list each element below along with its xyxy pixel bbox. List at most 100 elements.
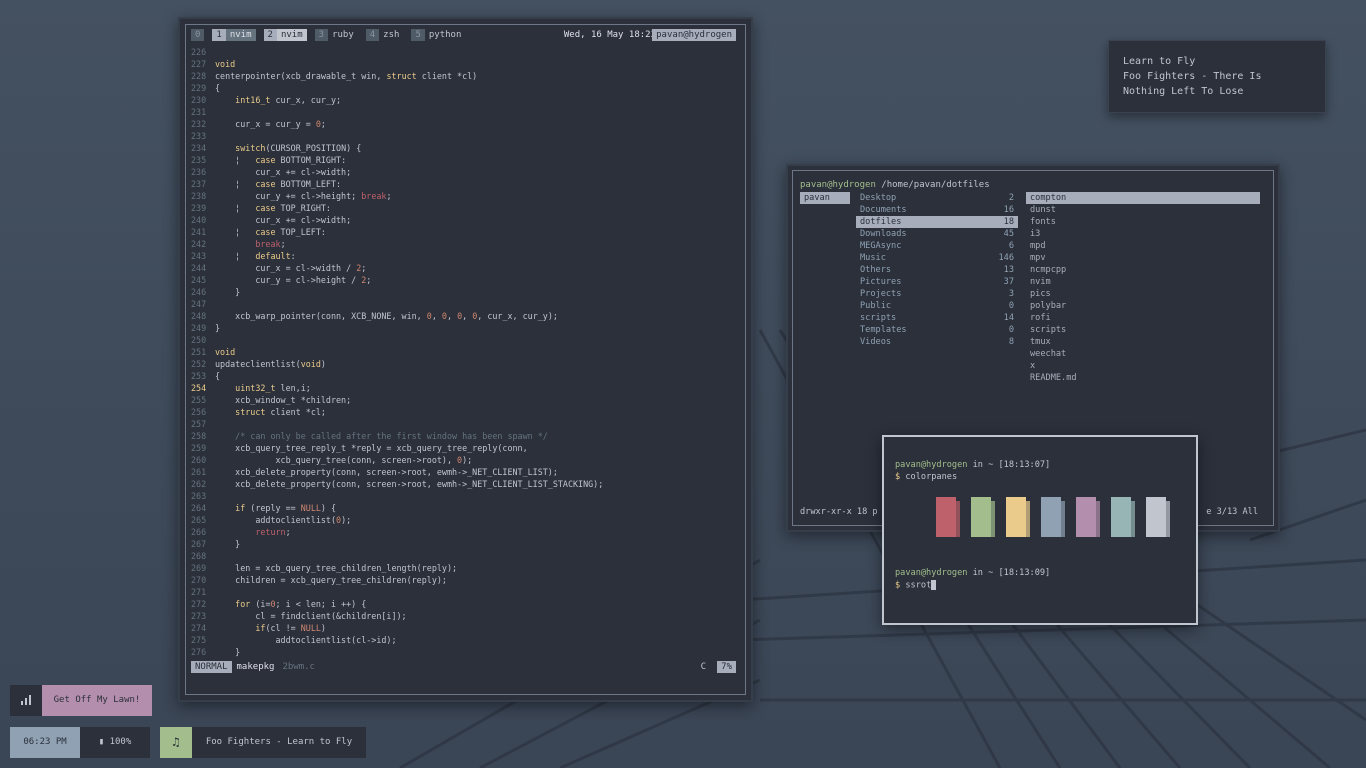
code-line[interactable]: 274 if(cl != NULL) <box>191 622 736 634</box>
terminal-window[interactable]: pavan@hydrogen in ~ [18:13:07] $ colorpa… <box>882 435 1198 625</box>
command-input[interactable]: ssrot <box>905 581 931 591</box>
file-entry[interactable]: nvim <box>1026 276 1260 288</box>
file-entry[interactable]: x <box>1026 360 1260 372</box>
file-entry[interactable]: fonts <box>1026 216 1260 228</box>
code-line[interactable]: 239 ¦ case TOP_RIGHT: <box>191 202 736 214</box>
code-line[interactable]: 232 cur_x = cur_y = 0; <box>191 118 736 130</box>
file-entry[interactable]: pics <box>1026 288 1260 300</box>
code-line[interactable]: 254 uint32_t len,i; <box>191 382 736 394</box>
code-editor[interactable]: 226 227 void 228 centerpointer(xcb_drawable_… <box>191 46 736 661</box>
file-entry[interactable]: README.md <box>1026 372 1260 384</box>
tmux-window-tab[interactable]: 3 ruby <box>314 29 358 41</box>
code-line[interactable]: 272 for (i=0; i < len; i ++) { <box>191 598 736 610</box>
code-line[interactable]: 266 return; <box>191 526 736 538</box>
file-entry[interactable]: rofi <box>1026 312 1260 324</box>
code-line[interactable]: 228 centerpointer(xcb_drawable_t win, str… <box>191 70 736 82</box>
code-line[interactable]: 255 xcb_window_t *children; <box>191 394 736 406</box>
code-line[interactable]: 248 xcb_warp_pointer(conn, XCB_NONE, win… <box>191 310 736 322</box>
tmux-window-tab[interactable]: 4 zsh <box>365 29 404 41</box>
command-line[interactable]: $ ssrot <box>895 580 937 591</box>
code-line[interactable]: 230 int16_t cur_x, cur_y; <box>191 94 736 106</box>
code-line[interactable]: 250 <box>191 334 736 346</box>
now-playing[interactable]: Foo Fighters - Learn to Fly <box>192 727 366 758</box>
code-line[interactable]: 241 ¦ case TOP_LEFT: <box>191 226 736 238</box>
file-entry[interactable]: Pictures 37 <box>856 276 1018 288</box>
file-entry[interactable]: ncmpcpp <box>1026 264 1260 276</box>
code-line[interactable]: 271 <box>191 586 736 598</box>
file-entry[interactable]: mpd <box>1026 240 1260 252</box>
file-entry[interactable]: polybar <box>1026 300 1260 312</box>
code-line[interactable]: 257 <box>191 418 736 430</box>
code-line[interactable]: 249} <box>191 322 736 334</box>
code-line[interactable]: 235 ¦ case BOTTOM_RIGHT: <box>191 154 736 166</box>
code-line[interactable]: 227 void <box>191 58 736 70</box>
code-line[interactable]: 246 } <box>191 286 736 298</box>
file-entry[interactable]: Downloads 45 <box>856 228 1018 240</box>
file-entry[interactable]: dunst <box>1026 204 1260 216</box>
file-entry[interactable]: Templates 0 <box>856 324 1018 336</box>
file-entry[interactable]: Others 13 <box>856 264 1018 276</box>
code-line[interactable]: 253 { <box>191 370 736 382</box>
code-line[interactable]: 243 ¦ default: <box>191 250 736 262</box>
line-number: 240 <box>191 215 207 225</box>
code-line[interactable]: 245 cur_y = cl->height / 2; <box>191 274 736 286</box>
code-line[interactable]: 273 cl = findclient(&children[i]); <box>191 610 736 622</box>
tmux-window-tab[interactable]: 1 nvim <box>212 29 256 41</box>
code-line[interactable]: 269 len = xcb_query_tree_children_length… <box>191 562 736 574</box>
code-line[interactable]: 229 { <box>191 82 736 94</box>
code-line[interactable]: 256 struct client *cl; <box>191 406 736 418</box>
tmux-window-tab[interactable]: 5 python <box>411 29 465 41</box>
file-entry[interactable]: mpv <box>1026 252 1260 264</box>
clock[interactable]: 06:23 PM <box>10 727 80 758</box>
music-notification[interactable]: Learn to Fly Foo Fighters - There Is Not… <box>1108 40 1326 113</box>
status-message[interactable]: Get Off My Lawn! <box>42 685 152 716</box>
code-line[interactable]: 258 /* can only be called after the firs… <box>191 430 736 442</box>
code-line[interactable]: 268 <box>191 550 736 562</box>
file-entry[interactable]: Videos 8 <box>856 336 1018 348</box>
music-note-icon[interactable]: ♫ <box>160 727 192 758</box>
file-entry[interactable]: scripts <box>1026 324 1260 336</box>
code-line[interactable]: 262 xcb_delete_property(conn, screen->ro… <box>191 478 736 490</box>
code-line[interactable]: 231 <box>191 106 736 118</box>
code-line[interactable]: 238 cur_y += cl->height; break; <box>191 190 736 202</box>
file-entry[interactable]: Desktop 2 <box>856 192 1018 204</box>
code-line[interactable]: 242 break; <box>191 238 736 250</box>
code-line[interactable]: 226 <box>191 46 736 58</box>
file-entry[interactable]: Music 146 <box>856 252 1018 264</box>
code-line[interactable]: 244 cur_x = cl->width / 2; <box>191 262 736 274</box>
code-line[interactable]: 267 } <box>191 538 736 550</box>
file-entry[interactable]: Documents 16 <box>856 204 1018 216</box>
code-line[interactable]: 251 void <box>191 346 736 358</box>
code-line[interactable]: 276 } <box>191 646 736 658</box>
code-line[interactable]: 261 xcb_delete_property(conn, screen->ro… <box>191 466 736 478</box>
code-line[interactable]: 233 <box>191 130 736 142</box>
battery-widget[interactable]: ▮ 100% <box>80 727 150 758</box>
volume-bars-icon[interactable] <box>10 685 42 716</box>
code-line[interactable]: 263 <box>191 490 736 502</box>
nvim-window[interactable]: 0 1 nvim 2 nvim 3 ruby 4 zsh 5 python Wed, 16 May … <box>178 17 753 702</box>
code-line[interactable]: 236 cur_x += cl->width; <box>191 166 736 178</box>
code-line[interactable]: 270 children = xcb_query_tree_children(r… <box>191 574 736 586</box>
file-entry[interactable]: Projects 3 <box>856 288 1018 300</box>
file-entry[interactable]: dotfiles 18 <box>856 216 1018 228</box>
code-line[interactable]: 234 switch(CURSOR_POSITION) { <box>191 142 736 154</box>
code-line[interactable]: 247 <box>191 298 736 310</box>
file-entry[interactable]: weechat <box>1026 348 1260 360</box>
file-entry[interactable]: pavan <box>800 192 850 204</box>
code-line[interactable]: 259 xcb_query_tree_reply_t *reply = xcb_… <box>191 442 736 454</box>
code-line[interactable]: 260 xcb_query_tree(conn, screen->root), … <box>191 454 736 466</box>
code-line[interactable]: 275 addtoclientlist(cl->id); <box>191 634 736 646</box>
file-entry[interactable]: i3 <box>1026 228 1260 240</box>
file-entry[interactable]: scripts 14 <box>856 312 1018 324</box>
code-line[interactable]: 252 updateclientlist(void) <box>191 358 736 370</box>
file-entry[interactable]: compton <box>1026 192 1260 204</box>
code-line[interactable]: 264 if (reply == NULL) { <box>191 502 736 514</box>
tmux-window-tab[interactable]: 2 nvim <box>263 29 307 41</box>
file-entry[interactable]: tmux <box>1026 336 1260 348</box>
file-entry[interactable]: MEGAsync 6 <box>856 240 1018 252</box>
tmux-window-tab[interactable]: 0 <box>191 29 205 41</box>
code-line[interactable]: 237 ¦ case BOTTOM_LEFT: <box>191 178 736 190</box>
file-entry[interactable]: Public 0 <box>856 300 1018 312</box>
code-line[interactable]: 265 addtoclientlist(0); <box>191 514 736 526</box>
code-line[interactable]: 240 cur_x += cl->width; <box>191 214 736 226</box>
